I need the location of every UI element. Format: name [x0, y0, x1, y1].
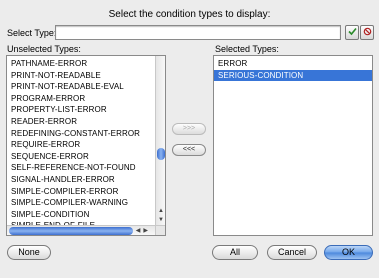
scroll-left-right-arrows-icon[interactable]: ◀▶	[136, 226, 151, 235]
scroll-down-arrow-icon[interactable]: ▼	[156, 216, 165, 225]
scrollbar-corner	[155, 225, 165, 235]
list-item[interactable]: SELF-REFERENCE-NOT-FOUND	[7, 162, 165, 174]
unselected-types-label: Unselected Types:	[7, 44, 81, 54]
list-item[interactable]: ERROR	[214, 58, 372, 70]
list-item[interactable]: PRINT-NOT-READABLE	[7, 70, 165, 82]
none-button[interactable]: None	[7, 245, 51, 260]
check-icon	[347, 27, 357, 39]
remove-types-button[interactable]: <<<	[172, 144, 206, 156]
confirm-button[interactable]	[345, 25, 359, 40]
add-types-button[interactable]: >>>	[172, 123, 206, 135]
selected-types-list[interactable]: ERROR SERIOUS-CONDITION	[213, 55, 373, 236]
unselected-horizontal-scrollbar[interactable]: ◀▶	[7, 225, 155, 235]
vertical-scroll-thumb[interactable]	[157, 148, 165, 160]
list-item[interactable]: SEQUENCE-ERROR	[7, 151, 165, 163]
list-item[interactable]: SIMPLE-COMPILER-ERROR	[7, 186, 165, 198]
list-item[interactable]: READER-ERROR	[7, 116, 165, 128]
condition-types-dialog: Select the condition types to display: S…	[0, 0, 379, 278]
list-item[interactable]: PROPERTY-LIST-ERROR	[7, 104, 165, 116]
list-item[interactable]: SIGNAL-HANDLER-ERROR	[7, 174, 165, 186]
horizontal-scroll-thumb[interactable]	[9, 227, 133, 235]
clear-icon	[363, 27, 372, 39]
list-item[interactable]: PRINT-NOT-READABLE-EVAL	[7, 81, 165, 93]
unselected-vertical-scrollbar[interactable]: ▲ ▼	[155, 56, 165, 225]
unselected-types-list[interactable]: PATHNAME-ERROR PRINT-NOT-READABLE PRINT-NO…	[6, 55, 166, 236]
list-item[interactable]: SIMPLE-COMPILER-WARNING	[7, 197, 165, 209]
list-item[interactable]: REDEFINING-CONSTANT-ERROR	[7, 128, 165, 140]
dialog-title: Select the condition types to display:	[108, 9, 271, 20]
list-item[interactable]: PROGRAM-ERROR	[7, 93, 165, 105]
select-type-label: Select Type:	[7, 28, 57, 38]
selected-types-label: Selected Types:	[215, 44, 279, 54]
clear-button[interactable]	[360, 25, 374, 40]
cancel-button[interactable]: Cancel	[267, 245, 317, 260]
scroll-up-arrow-icon[interactable]: ▲	[156, 207, 165, 216]
list-item[interactable]: PATHNAME-ERROR	[7, 58, 165, 70]
list-item[interactable]: SERIOUS-CONDITION	[214, 69, 372, 82]
list-item[interactable]: REQUIRE-ERROR	[7, 139, 165, 151]
select-type-input[interactable]	[55, 25, 341, 40]
ok-button[interactable]: OK	[324, 245, 373, 260]
list-item[interactable]: SIMPLE-CONDITION	[7, 209, 165, 221]
all-button[interactable]: All	[212, 245, 258, 260]
